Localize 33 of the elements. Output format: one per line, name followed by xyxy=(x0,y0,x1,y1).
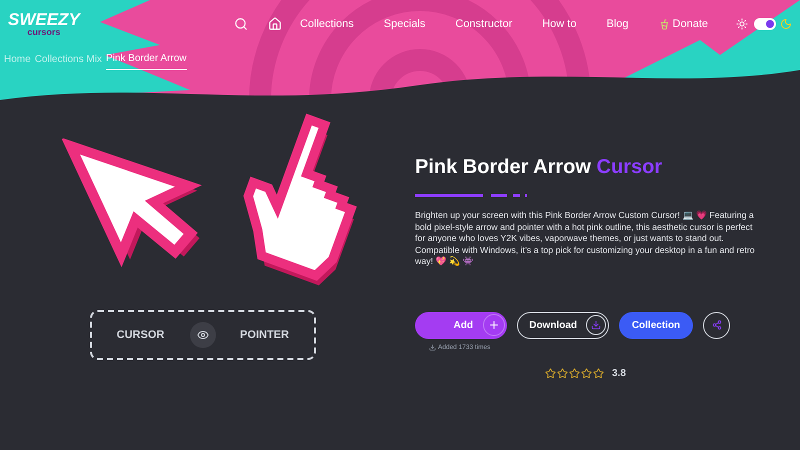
nav-link[interactable]: How to xyxy=(542,16,576,32)
home-icon[interactable] xyxy=(268,17,282,31)
download-icon xyxy=(429,344,436,351)
rating-value: 3.8 xyxy=(612,367,626,382)
star-icon[interactable] xyxy=(557,368,568,380)
eye-icon[interactable] xyxy=(196,329,208,341)
nav-link[interactable]: Donate xyxy=(658,16,708,32)
share-button[interactable] xyxy=(703,312,730,338)
sun-icon xyxy=(736,18,748,30)
search-icon[interactable] xyxy=(234,17,248,31)
add-button[interactable]: Add xyxy=(415,312,507,338)
star-rating[interactable] xyxy=(545,368,604,380)
star-icon[interactable] xyxy=(581,368,592,380)
nav-link[interactable]: Specials xyxy=(384,16,426,32)
nav-link[interactable]: Constructor xyxy=(455,16,512,32)
share-icon xyxy=(712,320,722,330)
cursor-title: Pink Border Arrow Cursor xyxy=(415,155,664,180)
nav-link[interactable]: Collections xyxy=(300,16,354,32)
download-button[interactable]: Download xyxy=(517,312,609,338)
theme-toggle[interactable] xyxy=(754,18,776,30)
pointer-tab[interactable]: POINTER xyxy=(216,326,314,344)
star-icon[interactable] xyxy=(569,368,580,380)
collection-button[interactable]: Collection xyxy=(619,312,693,338)
plus-icon xyxy=(488,319,500,331)
download-icon xyxy=(591,320,601,330)
cursor-tab[interactable]: CURSOR xyxy=(92,326,190,344)
cup-icon xyxy=(658,18,670,30)
description: Brighten up your screen with this Pink Border Arrow Custom Cursor! 💻 💗 Featuring a bold pixel-style arrow and pointer with a hot pink outline, this aesthetic cursor is perfect for anyone who loves Y2K vibes, vaporwave themes, or just wants to stand out. Compatible with Windows, it’s a top pick for customizing your desktop in a fun and retro way! 💖 💫 👾 xyxy=(415,210,756,268)
star-icon[interactable] xyxy=(593,368,604,380)
nav-link[interactable]: Blog xyxy=(606,16,629,32)
star-icon[interactable] xyxy=(545,368,556,380)
moon-icon xyxy=(780,18,792,30)
logo[interactable]: SWEEZY cursors xyxy=(8,11,80,37)
